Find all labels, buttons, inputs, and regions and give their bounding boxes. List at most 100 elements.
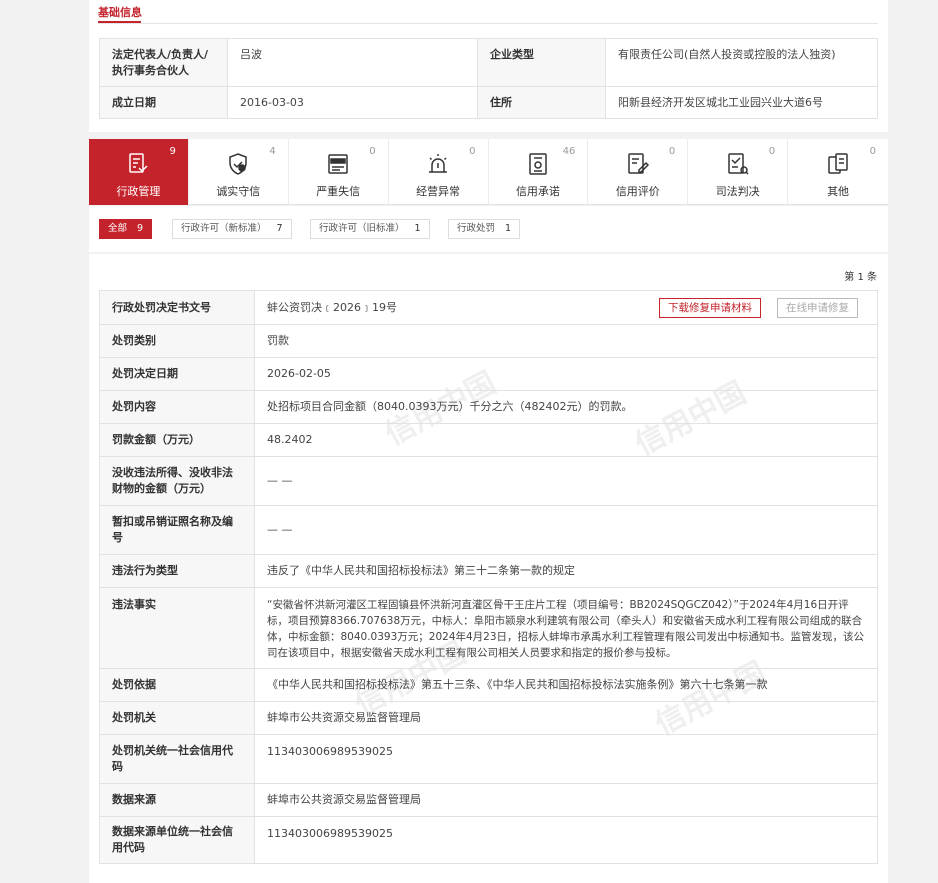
violation-type-label: 违法行为类型 <box>99 554 255 588</box>
tab-label: 经营异常 <box>416 185 461 198</box>
table-row: 处罚依据 《中华人民共和国招标投标法》第五十三条、《中华人民共和国招标投标法实施… <box>99 668 878 702</box>
penalty-authority-label: 处罚机关 <box>99 701 255 735</box>
violation-facts-value: “安徽省怀洪新河灌区工程固镇县怀洪新河直灌区骨干王庄片工程（项目编号：BB202… <box>254 587 878 669</box>
filter-count: 7 <box>276 223 283 234</box>
filter-all[interactable]: 全部 9 <box>99 219 153 239</box>
table-row: 罚款金额（万元） 48.2402 <box>99 423 878 457</box>
violation-type-value: 违反了《中华人民共和国招标投标法》第三十二条第一款的规定 <box>254 554 878 588</box>
tab-other[interactable]: 0 其他 <box>788 139 888 205</box>
data-source-value: 蚌埠市公共资源交易监督管理局 <box>254 783 878 817</box>
violation-facts-label: 违法事实 <box>99 587 255 669</box>
section-divider <box>98 23 878 24</box>
basic-info-table: 法定代表人/负责人/执行事务合伙人 吕波 企业类型 有限责任公司(自然人投资或控… <box>99 38 878 119</box>
source-credit-code-value: 113403006989539025 <box>254 816 878 864</box>
penalty-type-value: 罚款 <box>254 324 878 358</box>
online-repair-button[interactable]: 在线申请修复 <box>777 298 858 318</box>
filter-count: 1 <box>414 223 421 234</box>
tab-count: 0 <box>869 146 876 157</box>
table-row: 处罚决定日期 2026-02-05 <box>99 357 878 391</box>
filter-license-old[interactable]: 行政许可（旧标准） 1 <box>310 219 430 239</box>
address-label: 住所 <box>477 86 606 119</box>
other-doc-icon <box>826 152 850 176</box>
tab-count: 4 <box>269 146 276 157</box>
tab-judicial-judgment[interactable]: 0 司法判决 <box>688 139 789 205</box>
legal-rep-label: 法定代表人/负责人/执行事务合伙人 <box>99 38 228 87</box>
source-credit-code-label: 数据来源单位统一社会信用代码 <box>99 816 255 864</box>
judgment-icon <box>726 152 750 176</box>
license-revoke-value: — — <box>254 505 878 555</box>
tab-count: 46 <box>562 146 576 157</box>
dishonest-list-icon <box>326 152 350 176</box>
penalty-basis-label: 处罚依据 <box>99 668 255 702</box>
tab-label: 司法判决 <box>715 185 760 198</box>
tab-credit-promise[interactable]: 46 信用承诺 <box>489 139 589 205</box>
table-row: 违法事实 “安徽省怀洪新河灌区工程固镇县怀洪新河直灌区骨干王庄片工程（项目编号：… <box>99 587 878 669</box>
category-tabs: 9 行政管理 4 诚实守信 0 严重失信 0 经营异常 46 信用承诺 0 信用… <box>89 139 888 205</box>
table-row: 数据来源单位统一社会信用代码 113403006989539025 <box>99 816 878 864</box>
table-row: 法定代表人/负责人/执行事务合伙人 吕波 企业类型 有限责任公司(自然人投资或控… <box>99 38 878 87</box>
tab-count: 0 <box>469 146 476 157</box>
tab-label: 信用承诺 <box>515 185 560 198</box>
table-row: 处罚内容 处招标项目合同金额（8040.0393万元）千分之六（482402元）… <box>99 390 878 424</box>
decision-date-label: 处罚决定日期 <box>99 357 255 391</box>
fine-amount-value: 48.2402 <box>254 423 878 457</box>
alarm-light-icon <box>426 152 450 176</box>
filter-count: 1 <box>505 223 512 234</box>
table-row: 暂扣或吊销证照名称及编号 — — <box>99 505 878 555</box>
founded-date-label: 成立日期 <box>99 86 228 119</box>
legal-rep-value: 吕波 <box>227 38 478 87</box>
filter-license-new[interactable]: 行政许可（新标准） 7 <box>172 219 292 239</box>
confiscation-label: 没收违法所得、没收非法财物的金额（万元） <box>99 456 255 506</box>
filter-label: 行政许可（新标准） <box>181 223 267 234</box>
penalty-basis-value: 《中华人民共和国招标投标法》第五十三条、《中华人民共和国招标投标法实施条例》第六… <box>254 668 878 702</box>
tab-count: 0 <box>668 146 676 157</box>
tab-label: 行政管理 <box>116 185 161 198</box>
penalty-content-value: 处招标项目合同金额（8040.0393万元）千分之六（482402元）的罚款。 <box>254 390 878 424</box>
table-row: 处罚机关统一社会信用代码 113403006989539025 <box>99 734 878 784</box>
admin-doc-icon <box>126 152 150 176</box>
basic-info-panel: 基础信息 法定代表人/负责人/执行事务合伙人 吕波 企业类型 有限责任公司(自然… <box>89 0 888 132</box>
shield-icon <box>226 152 250 176</box>
filter-count: 9 <box>137 223 144 234</box>
tab-count: 0 <box>768 146 776 157</box>
table-row: 处罚类别 罚款 <box>99 324 878 358</box>
table-row: 没收违法所得、没收非法财物的金额（万元） — — <box>99 456 878 506</box>
penalty-content-label: 处罚内容 <box>99 390 255 424</box>
download-repair-materials-button[interactable]: 下载修复申请材料 <box>659 298 761 318</box>
doc-number-label: 行政处罚决定书文号 <box>99 290 255 325</box>
authority-credit-code-value: 113403006989539025 <box>254 734 878 784</box>
company-type-value: 有限责任公司(自然人投资或控股的法人独资) <box>605 38 878 87</box>
table-row: 数据来源 蚌埠市公共资源交易监督管理局 <box>99 783 878 817</box>
tab-count: 0 <box>369 146 376 157</box>
table-row: 成立日期 2016-03-03 住所 阳新县经济开发区城北工业园兴业大道6号 <box>99 86 878 119</box>
tab-label: 其他 <box>827 185 850 198</box>
penalty-authority-value: 蚌埠市公共资源交易监督管理局 <box>254 701 878 735</box>
tab-label: 诚实守信 <box>216 185 261 198</box>
filter-label: 全部 <box>108 223 128 234</box>
founded-date-value: 2016-03-03 <box>227 86 478 119</box>
tab-label: 信用评价 <box>615 185 660 198</box>
filter-label: 行政许可（旧标准） <box>319 223 405 234</box>
license-revoke-label: 暂扣或吊销证照名称及编号 <box>99 505 255 555</box>
filter-penalty[interactable]: 行政处罚 1 <box>448 219 521 239</box>
filter-bar: 全部 9 行政许可（新标准） 7 行政许可（旧标准） 1 行政处罚 1 <box>89 206 888 252</box>
page-info: 第 1 条 <box>844 272 877 283</box>
table-row: 处罚机关 蚌埠市公共资源交易监督管理局 <box>99 701 878 735</box>
decision-date-value: 2026-02-05 <box>254 357 878 391</box>
tab-label: 严重失信 <box>316 185 361 198</box>
tab-count: 9 <box>169 146 176 157</box>
fine-amount-label: 罚款金额（万元） <box>99 423 255 457</box>
penalty-detail-table: 行政处罚决定书文号 蚌公资罚决﹝2026﹞19号 处罚类别 罚款 处罚决定日期 … <box>99 290 878 864</box>
filter-label: 行政处罚 <box>457 223 496 234</box>
tab-business-abnormal[interactable]: 0 经营异常 <box>389 139 489 205</box>
address-value: 阳新县经济开发区城北工业园兴业大道6号 <box>605 86 878 119</box>
data-source-label: 数据来源 <box>99 783 255 817</box>
tab-credit-evaluation[interactable]: 0 信用评价 <box>588 139 689 205</box>
evaluation-icon <box>626 152 650 176</box>
tab-honest[interactable]: 4 诚实守信 <box>189 139 289 205</box>
section-title[interactable]: 基础信息 <box>98 4 142 20</box>
promise-doc-icon <box>526 152 550 176</box>
penalty-type-label: 处罚类别 <box>99 324 255 358</box>
tab-serious-dishonest[interactable]: 0 严重失信 <box>289 139 389 205</box>
tab-admin-management[interactable]: 9 行政管理 <box>89 139 189 205</box>
